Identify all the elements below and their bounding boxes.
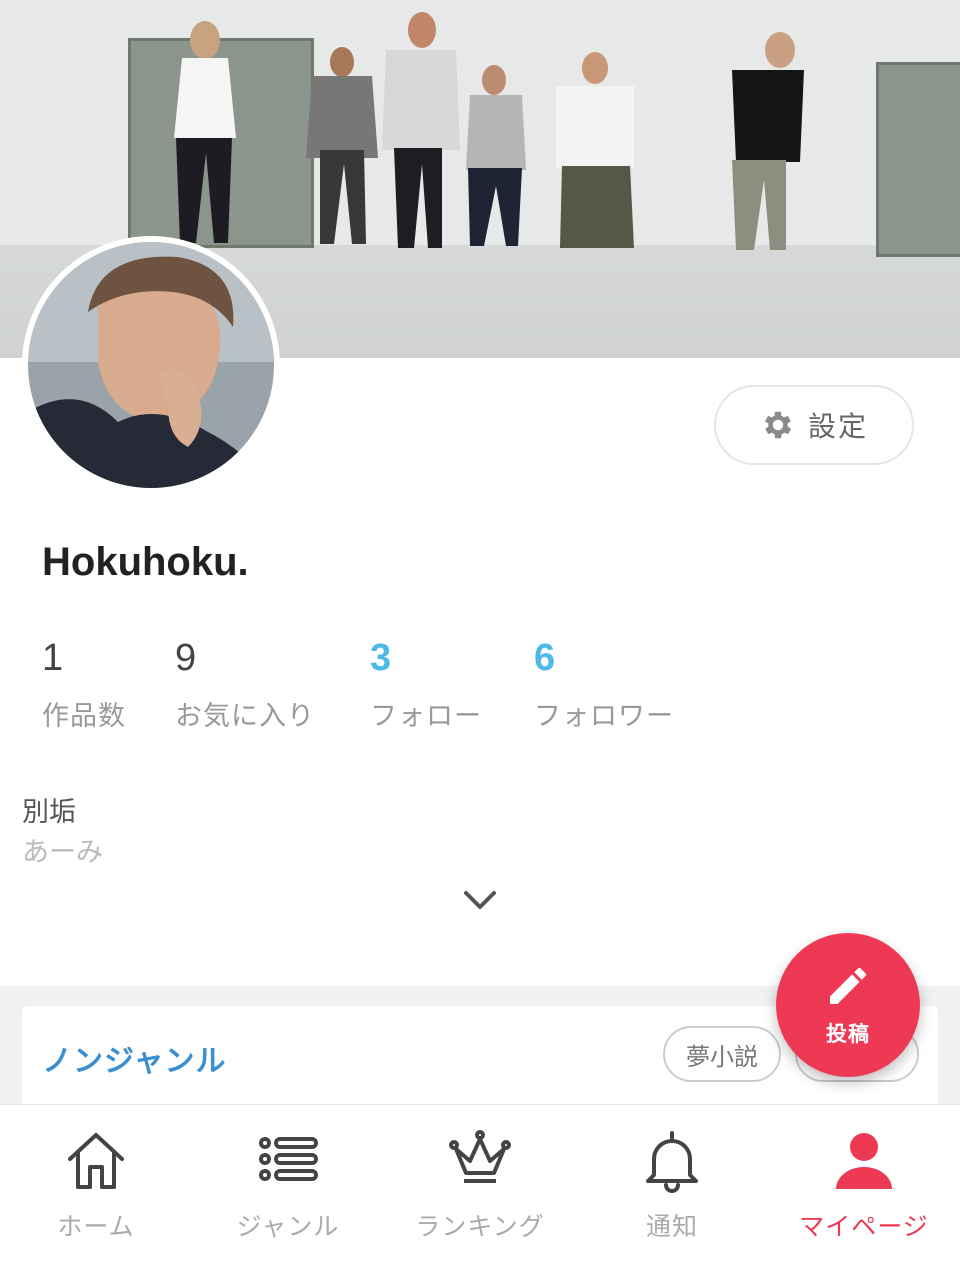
nav-genre-label: ジャンル [236,1212,340,1241]
bio-line-2: あーみ [22,837,103,868]
nav-ranking-label: ランキング [415,1212,545,1241]
stat-followers-label: フォロワー [534,701,674,732]
genre-title[interactable]: ノンジャンル [42,1036,227,1080]
nav-mypage[interactable]: マイページ [768,1105,960,1264]
tag-yume-shousetsu[interactable]: 夢小説 [663,1026,781,1082]
settings-label: 設定 [807,410,868,443]
stat-favorites-label: お気に入り [175,701,315,732]
bottom-nav: ホーム ジャンル ランキング 通知 マイページ [0,1104,960,1264]
stat-works-label: 作品数 [42,701,126,732]
username: Hokuhoku. [42,540,249,584]
nav-mypage-label: マイページ [799,1212,929,1241]
stat-following-label: フォロー [370,701,482,732]
home-icon [68,1133,124,1189]
person-5 [556,52,634,248]
stat-works-count: 1 [42,637,64,679]
stat-works[interactable]: 1 作品数 [42,636,126,733]
chevron-down-icon[interactable] [462,888,498,912]
stat-favorites-count: 9 [175,637,197,679]
bell-icon [646,1131,698,1193]
person-6 [732,32,804,250]
user-icon [836,1133,892,1189]
list-icon [259,1137,318,1181]
gear-icon [765,411,792,439]
post-label: 投稿 [826,1022,870,1046]
nav-notifications-label: 通知 [645,1212,698,1241]
stat-favorites[interactable]: 9 お気に入り [175,636,315,733]
avatar[interactable] [22,236,280,494]
bio-line-1: 別垢 [22,797,76,828]
stat-following-count: 3 [370,637,392,679]
stat-followers-count: 6 [534,637,556,679]
nav-ranking[interactable]: ランキング [384,1105,576,1264]
pencil-icon [830,968,866,1004]
person-4 [466,65,526,246]
stat-following[interactable]: 3 フォロー [370,636,482,733]
person-3 [382,12,460,248]
post-button[interactable]: 投稿 [776,933,920,1077]
person-1 [174,21,236,243]
stat-followers[interactable]: 6 フォロワー [534,636,674,733]
nav-home[interactable]: ホーム [0,1105,192,1264]
crown-icon [449,1130,511,1183]
nav-genre[interactable]: ジャンル [192,1105,384,1264]
nav-notifications[interactable]: 通知 [576,1105,768,1264]
person-2 [306,47,378,244]
nav-home-label: ホーム [57,1212,135,1241]
avatar-image [28,242,274,488]
settings-button[interactable]: 設定 [714,385,914,465]
